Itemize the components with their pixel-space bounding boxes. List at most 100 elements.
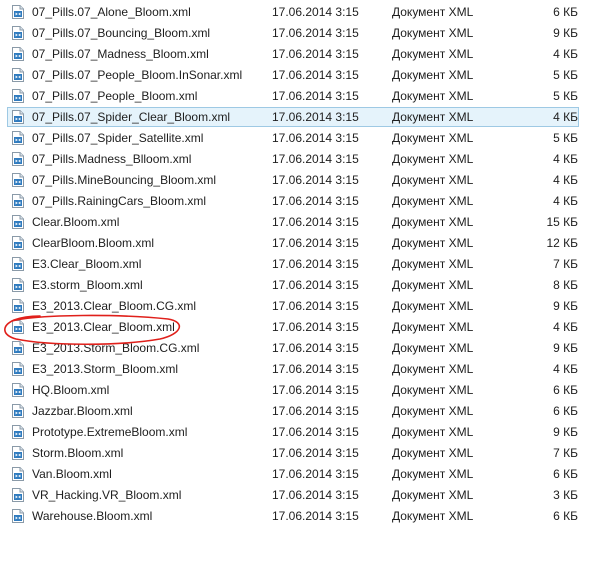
xml-file-icon [12,467,24,481]
file-date: 17.06.2014 3:15 [272,488,359,502]
file-date: 17.06.2014 3:15 [272,152,359,166]
file-row[interactable]: 07_Pills.Madness_Blloom.xml 17.06.2014 3:… [0,149,600,170]
file-type: Документ XML [392,236,474,250]
file-type: Документ XML [392,131,474,145]
file-date: 17.06.2014 3:15 [272,341,359,355]
file-row[interactable]: E3_2013.Clear_Bloom.CG.xml 17.06.2014 3:1… [0,296,600,317]
file-row[interactable]: Van.Bloom.xml 17.06.2014 3:15 Документ XML… [0,464,600,485]
file-date: 17.06.2014 3:15 [272,299,359,313]
file-type: Документ XML [392,194,474,208]
file-row[interactable]: Prototype.ExtremeBloom.xml 17.06.2014 3:1… [0,422,600,443]
file-size: 9 КБ [553,425,578,439]
xml-file-icon [12,383,24,397]
file-size: 9 КБ [553,299,578,313]
file-date: 17.06.2014 3:15 [272,89,359,103]
file-row[interactable]: ClearBloom.Bloom.xml 17.06.2014 3:15 Докум… [0,233,600,254]
file-row[interactable]: 07_Pills.07_Spider_Satellite.xml 17.06.20… [0,128,600,149]
file-type: Документ XML [392,152,474,166]
file-name: Clear.Bloom.xml [32,215,120,229]
xml-file-icon [12,215,24,229]
file-row[interactable]: Jazzbar.Bloom.xml 17.06.2014 3:15 Документ… [0,401,600,422]
file-date: 17.06.2014 3:15 [272,383,359,397]
file-size: 4 КБ [553,362,578,376]
file-name: 07_Pills.07_Bouncing_Bloom.xml [32,26,211,40]
file-name: Jazzbar.Bloom.xml [32,404,133,418]
file-row[interactable]: 07_Pills.MineBouncing_Bloom.xml 17.06.201… [0,170,600,191]
file-date: 17.06.2014 3:15 [272,26,359,40]
file-row[interactable]: HQ.Bloom.xml 17.06.2014 3:15 Документ XML 6… [0,380,600,401]
xml-file-icon [12,257,24,271]
xml-file-icon [12,299,24,313]
file-row[interactable]: 07_Pills.07_Bouncing_Bloom.xml 17.06.2014… [0,23,600,44]
file-row[interactable]: E3.storm_Bloom.xml 17.06.2014 3:15 Докумен… [0,275,600,296]
file-date: 17.06.2014 3:15 [272,362,359,376]
file-row[interactable]: VR_Hacking.VR_Bloom.xml 17.06.2014 3:15 До… [0,485,600,506]
file-name: Prototype.ExtremeBloom.xml [32,425,188,439]
file-date: 17.06.2014 3:15 [272,509,359,523]
xml-file-icon [12,194,24,208]
file-date: 17.06.2014 3:15 [272,194,359,208]
file-row[interactable]: 07_Pills.07_Spider_Clear_Bloom.xml 17.06.… [0,107,600,128]
file-type: Документ XML [392,467,474,481]
file-size: 7 КБ [553,446,578,460]
file-row[interactable]: Clear.Bloom.xml 17.06.2014 3:15 Документ X… [0,212,600,233]
xml-file-icon [12,236,24,250]
xml-file-icon [12,446,24,460]
file-row[interactable]: E3_2013.Storm_Bloom.CG.xml 17.06.2014 3:1… [0,338,600,359]
file-row[interactable]: Warehouse.Bloom.xml 17.06.2014 3:15 Докуме… [0,506,600,527]
file-type: Документ XML [392,488,474,502]
file-size: 4 КБ [553,47,578,61]
file-size: 6 КБ [553,5,578,19]
file-size: 15 КБ [546,215,578,229]
file-name: E3_2013.Clear_Bloom.CG.xml [32,299,197,313]
file-type: Документ XML [392,110,474,124]
xml-file-icon [12,320,24,334]
file-row[interactable]: Storm.Bloom.xml 17.06.2014 3:15 Документ X… [0,443,600,464]
file-size: 6 КБ [553,383,578,397]
file-name: VR_Hacking.VR_Bloom.xml [32,488,182,502]
file-name: 07_Pills.Madness_Blloom.xml [32,152,192,166]
xml-file-icon [12,425,24,439]
file-name: HQ.Bloom.xml [32,383,110,397]
file-name: 07_Pills.07_Madness_Bloom.xml [32,47,209,61]
file-row[interactable]: 07_Pills.07_Alone_Bloom.xml 17.06.2014 3:… [0,2,600,23]
file-size: 12 КБ [546,236,578,250]
file-row[interactable]: 07_Pills.07_People_Bloom.InSonar.xml 17.0… [0,65,600,86]
file-type: Документ XML [392,257,474,271]
file-row[interactable]: 07_Pills.07_People_Bloom.xml 17.06.2014 3… [0,86,600,107]
file-name: 07_Pills.RainingCars_Bloom.xml [32,194,207,208]
file-name: 07_Pills.07_People_Bloom.InSonar.xml [32,68,243,82]
file-name: E3.storm_Bloom.xml [32,278,143,292]
xml-file-icon [12,362,24,376]
file-size: 9 КБ [553,26,578,40]
file-row[interactable]: E3_2013.Storm_Bloom.xml 17.06.2014 3:15 До… [0,359,600,380]
file-type: Документ XML [392,446,474,460]
file-date: 17.06.2014 3:15 [272,68,359,82]
file-name: Storm.Bloom.xml [32,446,124,460]
file-type: Документ XML [392,320,474,334]
file-date: 17.06.2014 3:15 [272,236,359,250]
file-name: 07_Pills.07_People_Bloom.xml [32,89,198,103]
file-name: 07_Pills.MineBouncing_Bloom.xml [32,173,217,187]
file-row[interactable]: 07_Pills.07_Madness_Bloom.xml 17.06.2014 … [0,44,600,65]
xml-file-icon [12,68,24,82]
file-date: 17.06.2014 3:15 [272,278,359,292]
file-name: Van.Bloom.xml [32,467,112,481]
file-size: 6 КБ [553,467,578,481]
xml-file-icon [12,152,24,166]
file-size: 8 КБ [553,278,578,292]
xml-file-icon [12,278,24,292]
file-row[interactable]: E3_2013.Clear_Bloom.xml 17.06.2014 3:15 До… [0,317,600,338]
file-size: 4 КБ [553,110,578,124]
file-name: 07_Pills.07_Alone_Bloom.xml [32,5,191,19]
file-type: Документ XML [392,89,474,103]
file-row[interactable]: 07_Pills.RainingCars_Bloom.xml 17.06.2014… [0,191,600,212]
file-size: 4 КБ [553,173,578,187]
file-size: 7 КБ [553,257,578,271]
file-row[interactable]: E3.Clear_Bloom.xml 17.06.2014 3:15 Докумен… [0,254,600,275]
file-date: 17.06.2014 3:15 [272,320,359,334]
xml-file-icon [12,47,24,61]
file-date: 17.06.2014 3:15 [272,5,359,19]
file-size: 5 КБ [553,131,578,145]
file-list: 07_Pills.07_Alone_Bloom.xml 17.06.2014 3:… [0,2,600,527]
